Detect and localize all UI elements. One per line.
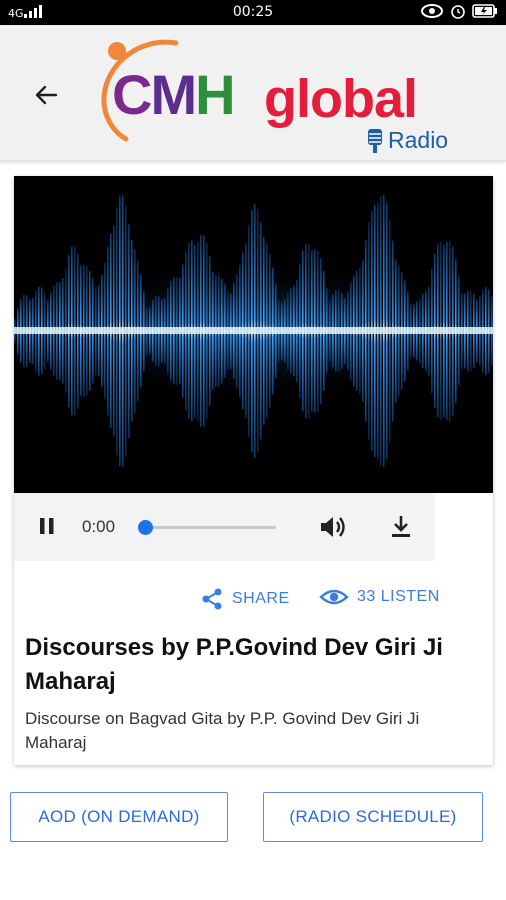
status-bar: 4G 00:25	[0, 0, 506, 25]
share-button[interactable]: SHARE	[200, 587, 290, 611]
eye-icon	[420, 4, 444, 22]
download-icon	[392, 516, 410, 537]
pause-button[interactable]	[36, 515, 58, 542]
back-arrow-icon	[35, 85, 58, 105]
app-bar: CMH global Radio	[0, 25, 506, 161]
logo-radio: Radio	[366, 127, 448, 154]
program-description: Discourse on Bagvad Gita by P.P. Govind …	[25, 709, 420, 752]
audio-player: 0:00	[14, 493, 435, 561]
seek-track[interactable]	[142, 526, 276, 529]
back-button[interactable]	[28, 77, 64, 113]
logo-global-text: global	[264, 69, 418, 129]
volume-icon	[321, 517, 345, 537]
share-label: SHARE	[232, 590, 290, 607]
logo-radio-text: Radio	[388, 127, 449, 153]
program-card: 0:00 SHARE 33 LISTEN Discourses by P.P.G…	[14, 176, 493, 765]
share-icon	[202, 588, 222, 610]
listen-count[interactable]: 33 LISTEN	[319, 587, 440, 607]
cmh-global-radio-logo: CMH global Radio	[98, 35, 458, 155]
card-actions: SHARE 33 LISTEN	[14, 581, 493, 617]
microphone-icon	[368, 128, 382, 153]
volume-button[interactable]	[318, 513, 348, 546]
radio-schedule-button[interactable]: (RADIO SCHEDULE)	[263, 792, 483, 842]
battery-icon	[472, 4, 498, 22]
aod-on-demand-button[interactable]: AOD (ON DEMAND)	[10, 792, 228, 842]
alarm-icon	[450, 3, 466, 23]
listen-label: 33 LISTEN	[357, 588, 440, 605]
program-title: Discourses by P.P.Govind Dev Giri Ji Mah…	[25, 634, 443, 695]
eye-icon	[319, 589, 349, 605]
logo-cmh-text: CMH	[112, 63, 236, 126]
pause-icon	[40, 518, 54, 534]
sound-wave-image	[14, 176, 493, 493]
seek-thumb[interactable]	[138, 520, 153, 535]
download-button[interactable]	[388, 513, 414, 546]
current-time: 0:00	[82, 517, 116, 536]
